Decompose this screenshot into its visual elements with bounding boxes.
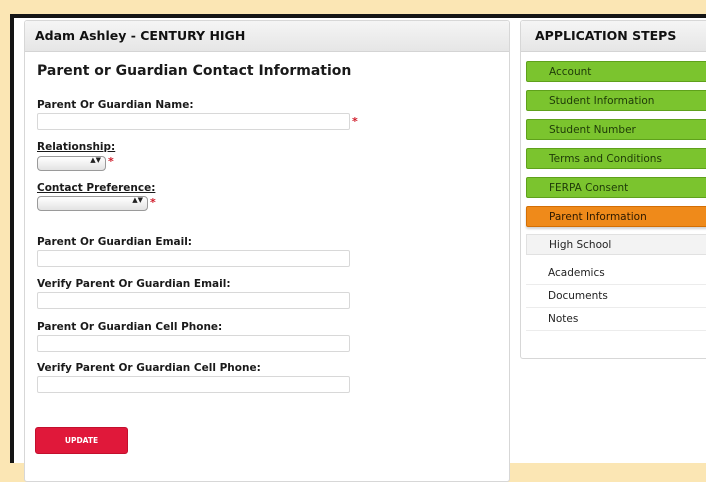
guardian-cell-label: Parent Or Guardian Cell Phone:	[37, 321, 223, 333]
guardian-cell-input[interactable]	[37, 335, 350, 352]
student-header: Adam Ashley - CENTURY HIGH	[25, 21, 509, 52]
step-documents: Documents	[526, 286, 706, 308]
relationship-label: Relationship:	[37, 141, 116, 153]
step-student-information[interactable]: Student Information	[526, 90, 706, 111]
guardian-email-input[interactable]	[37, 250, 350, 267]
verify-email-label: Verify Parent Or Guardian Email:	[37, 278, 231, 290]
step-terms-and-conditions[interactable]: Terms and Conditions	[526, 148, 706, 169]
steps-header: APPLICATION STEPS	[521, 21, 706, 52]
select-arrows-icon: ▲▼	[132, 196, 143, 204]
step-account[interactable]: Account	[526, 61, 706, 82]
step-high-school[interactable]: High School	[526, 234, 706, 255]
guardian-email-label: Parent Or Guardian Email:	[37, 236, 192, 248]
required-marker: *	[150, 196, 156, 209]
step-parent-information[interactable]: Parent Information	[526, 206, 706, 227]
background-frame-top	[0, 0, 706, 14]
contact-form-panel: Adam Ashley - CENTURY HIGH Parent or Gua…	[24, 20, 510, 482]
guardian-name-input[interactable]	[37, 113, 350, 130]
verify-cell-input[interactable]	[37, 376, 350, 393]
page-content: Adam Ashley - CENTURY HIGH Parent or Gua…	[14, 18, 706, 482]
contact-preference-select[interactable]: ▲▼	[37, 196, 148, 211]
step-academics: Academics	[526, 263, 706, 285]
verify-cell-label: Verify Parent Or Guardian Cell Phone:	[37, 362, 261, 374]
step-student-number[interactable]: Student Number	[526, 119, 706, 140]
background-frame-left	[0, 0, 10, 463]
form-title: Parent or Guardian Contact Information	[37, 63, 352, 79]
verify-email-input[interactable]	[37, 292, 350, 309]
required-marker: *	[108, 155, 114, 168]
step-notes: Notes	[526, 309, 706, 331]
relationship-select[interactable]: ▲▼	[37, 156, 106, 171]
guardian-name-label: Parent Or Guardian Name:	[37, 99, 194, 111]
application-steps-panel: APPLICATION STEPS Account Student Inform…	[520, 20, 706, 359]
required-marker: *	[352, 115, 358, 128]
update-button[interactable]: UPDATE	[35, 427, 128, 454]
contact-preference-label: Contact Preference:	[37, 182, 156, 194]
select-arrows-icon: ▲▼	[90, 156, 101, 164]
step-ferpa-consent[interactable]: FERPA Consent	[526, 177, 706, 198]
